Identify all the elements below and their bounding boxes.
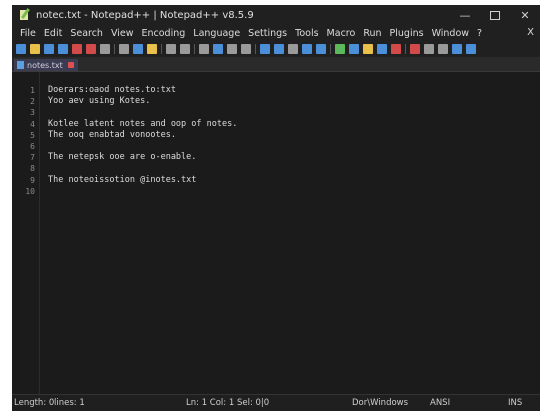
- text-editor[interactable]: 1 2 3 4 5 6 7 8 9 10 Doerars:oaod notes.to:txt Yoo…: [12, 72, 540, 395]
- code-line[interactable]: Doerars:oaod notes.to:txt: [48, 85, 176, 95]
- close-button[interactable]: ✕: [510, 5, 540, 25]
- print-icon[interactable]: [100, 44, 110, 54]
- function-list-icon[interactable]: [363, 44, 373, 54]
- file-icon: [17, 61, 24, 69]
- menu-edit[interactable]: Edit: [40, 28, 66, 39]
- toolbar-separator: [255, 44, 256, 54]
- toolbar-separator: [161, 44, 162, 54]
- status-position: Ln: 1 Col: 1 Sel: 0|0: [186, 398, 270, 408]
- folder-workspace-icon[interactable]: [377, 44, 387, 54]
- paste-icon[interactable]: [147, 44, 157, 54]
- menu-help[interactable]: ?: [473, 28, 486, 39]
- run-macro-icon[interactable]: [452, 44, 462, 54]
- menu-bar: File Edit Search View Encoding Language …: [12, 25, 540, 41]
- line-number: 4: [30, 119, 35, 129]
- line-number: 3: [30, 108, 35, 118]
- zoom-out-icon[interactable]: [241, 44, 251, 54]
- line-number: 2: [30, 97, 35, 107]
- code-line[interactable]: Kotlee latent notes and oop of notes.: [48, 119, 237, 129]
- tab-label: notes.txt: [27, 60, 63, 70]
- code-line[interactable]: The ooq enabtad vonootes.: [48, 130, 176, 140]
- line-number: 7: [30, 153, 35, 163]
- menu-view[interactable]: View: [107, 28, 138, 39]
- toolbar-separator: [114, 44, 115, 54]
- maximize-button[interactable]: [480, 5, 510, 25]
- title-bar[interactable]: notec.txt - Notepad++ | Notepad++ v8.5.9…: [12, 5, 540, 25]
- toolbar: [12, 41, 540, 57]
- doc-map-icon[interactable]: [349, 44, 359, 54]
- menu-macro[interactable]: Macro: [323, 28, 360, 39]
- window-title: notec.txt - Notepad++ | Notepad++ v8.5.9: [36, 9, 254, 21]
- status-length: Length: 0: [14, 398, 55, 408]
- close-document-button[interactable]: X: [527, 27, 534, 38]
- sync-v-icon[interactable]: [260, 44, 270, 54]
- menu-run[interactable]: Run: [359, 28, 385, 39]
- code-line[interactable]: Yoo aev using Kotes.: [48, 96, 150, 106]
- menu-settings[interactable]: Settings: [244, 28, 291, 39]
- code-line[interactable]: The netepsk ooe are o-enable.: [48, 152, 196, 162]
- replace-icon[interactable]: [213, 44, 223, 54]
- close-all-icon[interactable]: [86, 44, 96, 54]
- status-eol[interactable]: Dor\Windows: [352, 398, 408, 408]
- indent-guide-icon[interactable]: [316, 44, 326, 54]
- record-icon[interactable]: [410, 44, 420, 54]
- menu-search[interactable]: Search: [66, 28, 107, 39]
- find-icon[interactable]: [199, 44, 209, 54]
- menu-language[interactable]: Language: [189, 28, 244, 39]
- tab-notes-txt[interactable]: notes.txt: [14, 59, 78, 71]
- menu-window[interactable]: Window: [428, 28, 473, 39]
- menu-encoding[interactable]: Encoding: [138, 28, 190, 39]
- copy-icon[interactable]: [133, 44, 143, 54]
- status-encoding[interactable]: ANSI: [430, 398, 450, 408]
- save-all-icon[interactable]: [58, 44, 68, 54]
- line-number: 6: [30, 142, 35, 151]
- notepad-window: notec.txt - Notepad++ | Notepad++ v8.5.9…: [12, 5, 540, 411]
- word-wrap-icon[interactable]: [288, 44, 298, 54]
- line-number-gutter: 1 2 3 4 5 6 7 8 9 10: [12, 72, 40, 395]
- toolbar-separator: [405, 44, 406, 54]
- status-mode[interactable]: INS: [508, 398, 522, 408]
- sync-h-icon[interactable]: [274, 44, 284, 54]
- monitor-icon[interactable]: [391, 44, 401, 54]
- redo-icon[interactable]: [180, 44, 190, 54]
- maximize-icon: [490, 10, 500, 20]
- minimize-button[interactable]: —: [450, 5, 480, 25]
- line-number: 5: [30, 130, 35, 140]
- save-macro-icon[interactable]: [466, 44, 476, 54]
- toolbar-separator: [330, 44, 331, 54]
- undo-icon[interactable]: [166, 44, 176, 54]
- status-bar: Length: 0 lines: 1 Ln: 1 Col: 1 Sel: 0|0…: [12, 394, 540, 411]
- cut-icon[interactable]: [119, 44, 129, 54]
- tab-close-icon[interactable]: [67, 62, 74, 68]
- menu-plugins[interactable]: Plugins: [386, 28, 428, 39]
- toolbar-separator: [194, 44, 195, 54]
- udl-icon[interactable]: [335, 44, 345, 54]
- line-number: 9: [30, 175, 35, 185]
- stop-icon[interactable]: [424, 44, 434, 54]
- line-number: 8: [30, 164, 35, 174]
- status-lines: lines: 1: [54, 398, 85, 408]
- play-icon[interactable]: [438, 44, 448, 54]
- notepad-app-icon: [20, 8, 30, 21]
- new-file-icon[interactable]: [16, 44, 26, 54]
- tab-bar: notes.txt: [12, 57, 540, 72]
- menu-file[interactable]: File: [16, 28, 40, 39]
- menu-tools[interactable]: Tools: [291, 28, 322, 39]
- show-all-icon[interactable]: [302, 44, 312, 54]
- line-number: 10: [25, 186, 35, 196]
- line-number: 1: [30, 86, 35, 95]
- open-file-icon[interactable]: [30, 44, 40, 54]
- save-icon[interactable]: [44, 44, 54, 54]
- close-icon[interactable]: [72, 44, 82, 54]
- zoom-in-icon[interactable]: [227, 44, 237, 54]
- code-line[interactable]: The noteoissotion @inotes.txt: [48, 175, 196, 185]
